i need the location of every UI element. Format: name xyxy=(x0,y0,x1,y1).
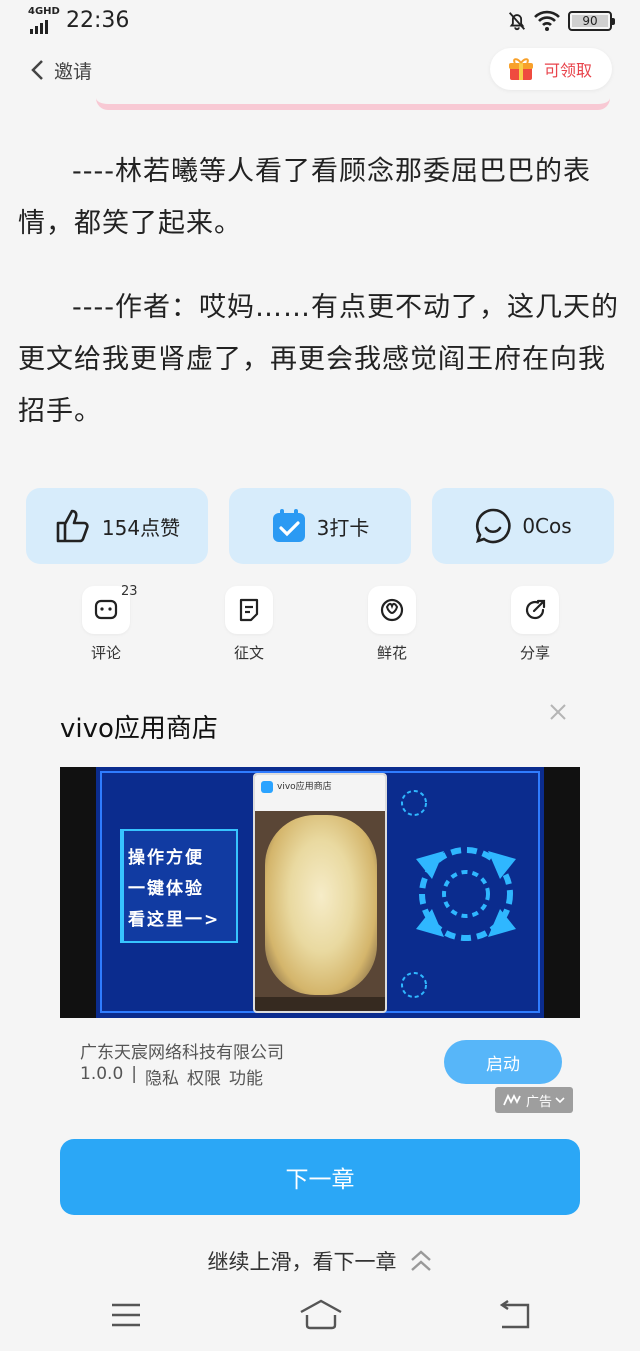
ad-version: 1.0.0 xyxy=(80,1064,124,1084)
ad-title: vivo应用商店 xyxy=(60,714,218,744)
cos-count: 0Cos xyxy=(522,514,572,538)
wifi-icon xyxy=(534,10,560,31)
tool-row: 评论 23 征文 鲜花 分享 xyxy=(0,584,640,670)
reaction-bar: 154点赞 3打卡 0Cos xyxy=(26,488,614,564)
essay-button[interactable]: 征文 xyxy=(204,586,294,663)
bell-off-icon xyxy=(508,12,526,31)
flower-button[interactable]: 鲜花 xyxy=(347,586,437,663)
network-label: 4GHD xyxy=(28,6,60,17)
rotating-arrows-graphic xyxy=(401,790,516,998)
paragraph: ----作者：哎妈……有点更不动了，这几天的更文给我更肾虚了，再更会我感觉阎王府… xyxy=(18,292,619,427)
ad-start-button[interactable]: 启动 xyxy=(444,1040,562,1084)
ad-slogan-box: 操作方便 一键体验 看这里一> xyxy=(120,829,238,943)
ad-image[interactable]: 操作方便 一键体验 看这里一> vivo应用商店 xyxy=(60,767,580,1018)
checkin-button[interactable]: 3打卡 xyxy=(229,488,411,564)
reward-label: 可领取 xyxy=(544,61,593,80)
home-icon[interactable] xyxy=(298,1298,344,1330)
chevron-left-icon xyxy=(31,60,43,80)
share-button[interactable]: 分享 xyxy=(490,586,580,663)
banner-edge xyxy=(96,96,610,110)
comment-count-badge: 23 xyxy=(121,584,138,599)
privacy-link[interactable]: 隐私 xyxy=(145,1064,179,1089)
top-bar: 邀请 可领取 xyxy=(0,44,640,96)
ad-company: 广东天宸网络科技有限公司 xyxy=(80,1043,284,1063)
app-store-icon xyxy=(261,781,273,793)
clock: 22:36 xyxy=(66,8,130,33)
cos-button[interactable]: 0Cos xyxy=(432,488,614,564)
flower-icon xyxy=(380,598,404,622)
gift-icon xyxy=(509,58,533,80)
ad-meta: 1.0.0 | 隐私 权限 功能 xyxy=(80,1064,263,1089)
battery-level: 90 xyxy=(582,14,598,28)
like-count: 154点赞 xyxy=(101,515,181,540)
double-chevron-up-icon xyxy=(410,1250,431,1271)
ad-slogan-line: 看这里一> xyxy=(128,910,221,930)
comment-icon xyxy=(94,599,118,620)
thumbs-up-icon xyxy=(56,509,89,543)
signal-icon xyxy=(30,20,48,34)
like-button[interactable]: 154点赞 xyxy=(26,488,208,564)
ad-phone-app-name: vivo应用商店 xyxy=(277,782,332,792)
status-bar: 4GHD 22:36 90 xyxy=(0,0,640,44)
essay-label: 征文 xyxy=(233,644,264,662)
features-link[interactable]: 功能 xyxy=(229,1064,263,1089)
calendar-check-icon xyxy=(272,509,305,542)
system-nav-bar xyxy=(0,1290,640,1340)
close-ad-icon[interactable] xyxy=(548,702,568,722)
document-icon xyxy=(239,598,259,622)
swipe-hint: 继续上滑，看下一章 xyxy=(0,1246,640,1276)
ad-logo-icon xyxy=(503,1094,521,1106)
comment-label: 评论 xyxy=(90,644,121,662)
share-label: 分享 xyxy=(519,644,550,662)
next-chapter-button[interactable]: 下一章 xyxy=(60,1139,580,1215)
back-button[interactable]: 邀请 xyxy=(30,52,92,88)
ad-slogan-line: 一键体验 xyxy=(128,879,204,899)
battery-icon: 90 xyxy=(568,11,615,31)
checkin-count: 3打卡 xyxy=(316,515,370,540)
fried-rice-image xyxy=(265,815,377,995)
back-nav-icon[interactable] xyxy=(498,1300,532,1330)
menu-icon[interactable] xyxy=(110,1302,142,1328)
ad-tag-label: 广告 xyxy=(525,1094,552,1110)
ad-slogan-line: 操作方便 xyxy=(128,848,204,868)
back-label: 邀请 xyxy=(54,60,93,83)
ad-phone-mockup: vivo应用商店 xyxy=(253,773,387,1013)
chat-bubble-icon xyxy=(476,508,511,544)
separator: | xyxy=(131,1064,137,1084)
network-indicator: 4GHD xyxy=(28,6,60,34)
reward-button[interactable]: 可领取 xyxy=(490,48,612,90)
flower-label: 鲜花 xyxy=(376,644,407,662)
ad-tag[interactable]: 广告 xyxy=(495,1087,573,1113)
share-icon xyxy=(525,599,546,620)
chevron-down-icon xyxy=(555,1097,565,1104)
chapter-content: ----林若曦等人看了看顾念那委屈巴巴的表情，都笑了起来。 ----作者：哎妈…… xyxy=(18,146,622,470)
permissions-link[interactable]: 权限 xyxy=(187,1064,221,1089)
comment-button[interactable]: 评论 23 xyxy=(61,584,151,663)
paragraph: ----林若曦等人看了看顾念那委屈巴巴的表情，都笑了起来。 xyxy=(18,156,591,239)
swipe-hint-label: 继续上滑，看下一章 xyxy=(207,1250,397,1274)
